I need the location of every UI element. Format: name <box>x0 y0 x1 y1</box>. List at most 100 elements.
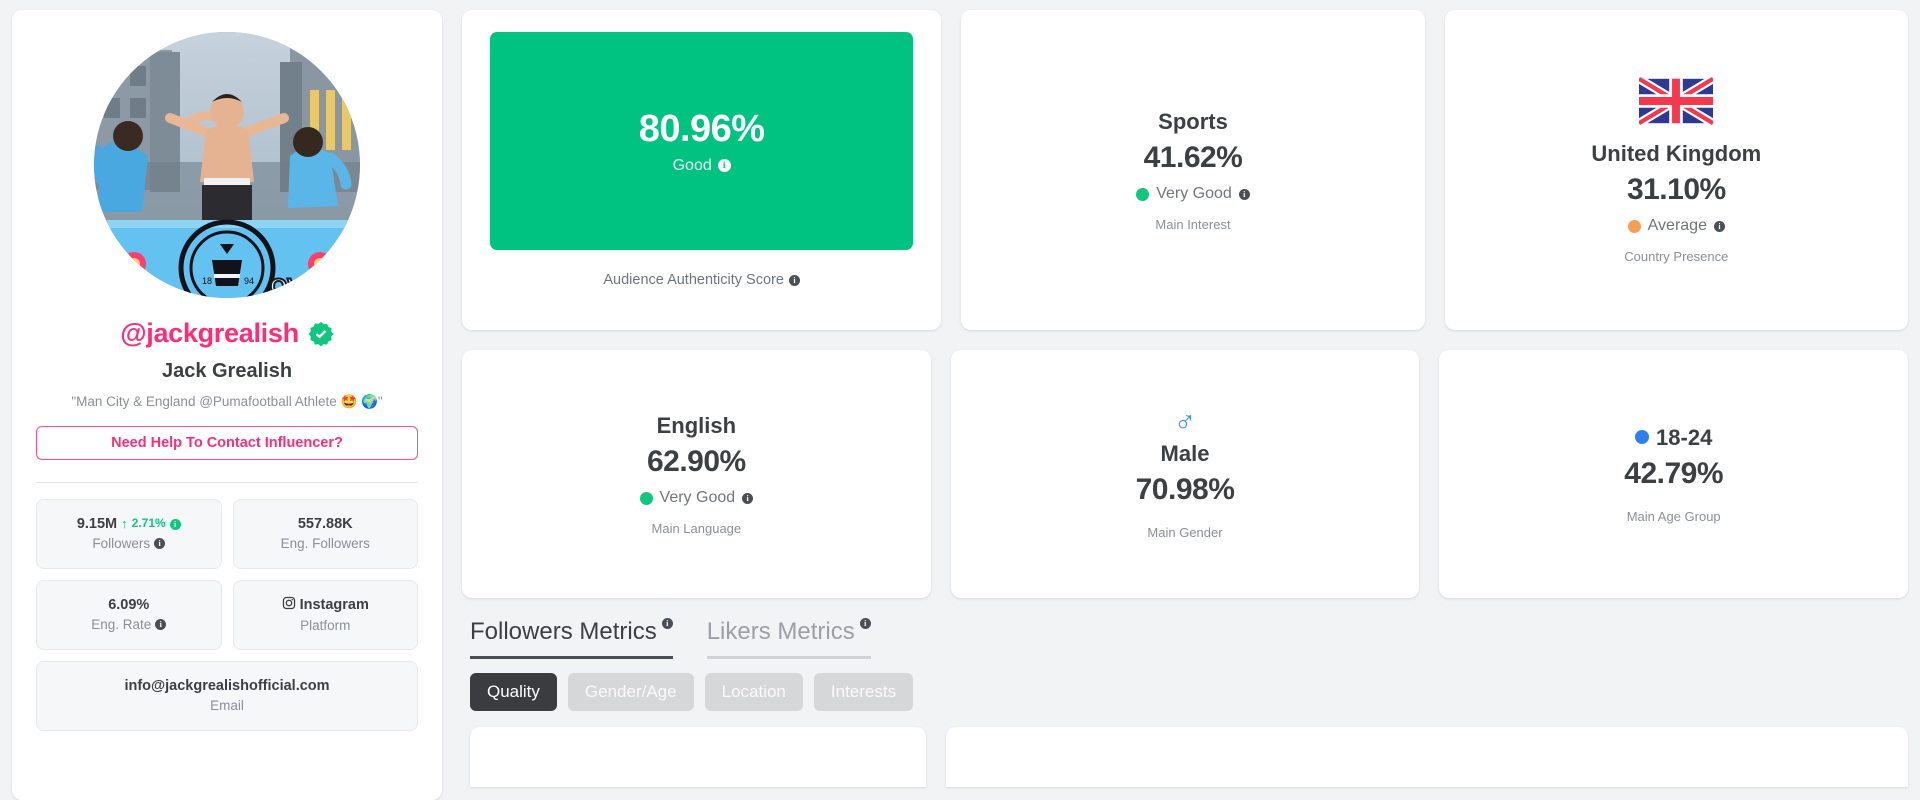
authenticity-score-block: 80.96% Good i <box>490 32 914 250</box>
authenticity-caption-row: Audience Authenticity Score i <box>603 272 800 288</box>
info-icon[interactable]: i <box>661 618 673 629</box>
info-icon[interactable]: i <box>1713 220 1725 232</box>
info-icon[interactable]: i <box>154 537 166 549</box>
main-age-group-caption: Main Age Group <box>1626 509 1721 525</box>
main-interest-title: Sports <box>1158 108 1228 134</box>
main-language-caption: Main Language <box>651 521 742 537</box>
metrics-pill-group: Quality Gender/Age Location Interests <box>470 673 1908 711</box>
tab-likers-metrics-label: Likers Metrics <box>706 618 855 645</box>
stat-platform-value-row: Instagram <box>282 596 369 615</box>
stat-engagement-rate-label-row: Eng. Rate i <box>91 616 167 633</box>
main-interest-rating-row: Very Good i <box>1136 185 1250 203</box>
country-rating-row: Average i <box>1627 217 1725 235</box>
main-interest-value: 41.62% <box>1143 141 1243 175</box>
info-icon[interactable]: i <box>859 618 871 629</box>
stat-platform[interactable]: Instagram Platform <box>232 579 418 650</box>
stat-engaged-followers[interactable]: 557.88K Eng. Followers <box>232 498 418 569</box>
info-icon[interactable]: i <box>155 618 167 630</box>
main-gender-value: 70.98% <box>1135 473 1235 507</box>
instagram-icon <box>282 596 296 615</box>
stat-followers[interactable]: 9.15M ↑ 2.71% i Followers i <box>36 498 222 569</box>
tab-likers-metrics[interactable]: Likers Metrics i <box>706 618 871 659</box>
profile-card: 18 94 OVE @jackgrealish Jack Grealish "M… <box>12 10 442 800</box>
country-name: United Kingdom <box>1591 140 1762 166</box>
main-language-value: 62.90% <box>646 445 746 479</box>
svg-text:94: 94 <box>244 276 254 286</box>
authenticity-caption: Audience Authenticity Score <box>603 272 784 288</box>
info-icon[interactable]: i <box>742 492 754 504</box>
stat-email-label: Email <box>210 697 244 713</box>
main-language-card: English 62.90% Very Good i Main Language <box>462 350 931 598</box>
main-age-group-title: 18-24 <box>1635 424 1712 452</box>
main-language-title: English <box>656 412 737 438</box>
arrow-up-icon: ↑ <box>121 515 128 531</box>
stat-followers-delta: 2.71% <box>131 516 166 531</box>
stat-engagement-rate[interactable]: 6.09% Eng. Rate i <box>36 579 222 650</box>
contact-influencer-button[interactable]: Need Help To Contact Influencer? <box>36 425 418 460</box>
main-column: 80.96% Good i Audience Authenticity Scor… <box>462 10 1909 790</box>
metrics-section: Followers Metrics i Likers Metrics i Qua… <box>462 618 1908 787</box>
stat-followers-value-row: 9.15M ↑ 2.71% i <box>77 516 181 533</box>
united-kingdom-flag-icon <box>1639 75 1714 140</box>
stat-platform-value: Instagram <box>299 596 369 613</box>
main-language-rating-row: Very Good i <box>639 489 754 507</box>
verified-badge-icon <box>308 321 334 347</box>
stat-followers-label-row: Followers i <box>92 536 166 552</box>
authenticity-score-card: 80.96% Good i Audience Authenticity Scor… <box>462 10 942 330</box>
kpi-row-primary: 80.96% Good i Audience Authenticity Scor… <box>462 10 1908 330</box>
stat-platform-label: Platform <box>300 617 351 633</box>
pill-gender-age[interactable]: Gender/Age <box>567 673 694 711</box>
kpi-row-secondary: English 62.90% Very Good i Main Language… <box>462 350 1909 598</box>
info-icon[interactable]: i <box>717 159 731 172</box>
authenticity-score-value: 80.96% <box>638 107 765 150</box>
profile-divider <box>36 481 418 483</box>
country-rating: Average <box>1647 217 1707 235</box>
stat-email[interactable]: info@jackgrealishofficial.com Email <box>36 660 418 731</box>
main-interest-caption: Main Interest <box>1155 217 1231 233</box>
pill-location[interactable]: Location <box>704 673 803 711</box>
rating-dot-icon <box>639 491 653 505</box>
pill-quality[interactable]: Quality <box>470 673 557 711</box>
info-icon[interactable]: i <box>1238 188 1250 200</box>
main-gender-title: Male <box>1160 440 1210 466</box>
profile-column: 18 94 OVE @jackgrealish Jack Grealish "M… <box>12 10 442 800</box>
male-gender-icon: ♂ <box>1173 405 1197 439</box>
main-age-group-value: 42.79% <box>1624 457 1724 491</box>
svg-text:OVE: OVE <box>270 274 316 298</box>
profile-handle: @jackgrealish <box>120 318 299 348</box>
country-value: 31.10% <box>1626 173 1726 207</box>
rating-dot-icon <box>1627 219 1641 233</box>
profile-fullname: Jack Grealish <box>161 360 293 382</box>
authenticity-rating: Good <box>672 156 712 174</box>
stat-email-value: info@jackgrealishofficial.com <box>124 677 330 694</box>
main-gender-card: ♂ Male 70.98% Main Gender <box>950 350 1420 598</box>
main-interest-rating: Very Good <box>1156 185 1232 203</box>
metrics-panels <box>470 727 1908 787</box>
country-presence-card: United Kingdom 31.10% Average i Country … <box>1444 10 1908 330</box>
profile-stat-grid: 9.15M ↑ 2.71% i Followers i 557.88K Eng.… <box>36 498 418 731</box>
main-gender-caption: Main Gender <box>1147 525 1223 541</box>
stat-engaged-followers-value: 557.88K <box>297 515 353 532</box>
stat-engagement-rate-label: Eng. Rate <box>91 616 152 632</box>
handle-row: @jackgrealish <box>120 318 334 349</box>
stat-engaged-followers-label: Eng. Followers <box>280 535 370 551</box>
tab-followers-metrics-label: Followers Metrics <box>470 618 657 645</box>
avatar: 18 94 OVE <box>94 32 360 298</box>
info-icon[interactable]: i <box>169 518 181 530</box>
stat-followers-value: 9.15M <box>76 515 118 532</box>
influencer-analytics-page: 18 94 OVE @jackgrealish Jack Grealish "M… <box>0 0 1920 800</box>
authenticity-rating-row: Good i <box>673 157 731 175</box>
metrics-tabbar: Followers Metrics i Likers Metrics i <box>470 618 1908 659</box>
main-age-group-card: 18-24 42.79% Main Age Group <box>1439 350 1909 598</box>
rating-dot-icon <box>1136 187 1150 201</box>
profile-bio: "Man City & England @Pumafootball Athlet… <box>71 394 383 409</box>
country-caption: Country Presence <box>1624 249 1729 265</box>
tab-followers-metrics[interactable]: Followers Metrics i <box>470 618 673 659</box>
metrics-panel-right <box>946 727 1908 787</box>
metrics-panel-left <box>470 727 926 787</box>
stat-engagement-rate-value: 6.09% <box>108 596 150 613</box>
main-interest-card: Sports 41.62% Very Good i Main Interest <box>961 10 1425 330</box>
svg-text:18: 18 <box>202 276 212 286</box>
info-icon[interactable]: i <box>788 274 800 286</box>
pill-interests[interactable]: Interests <box>813 673 914 711</box>
